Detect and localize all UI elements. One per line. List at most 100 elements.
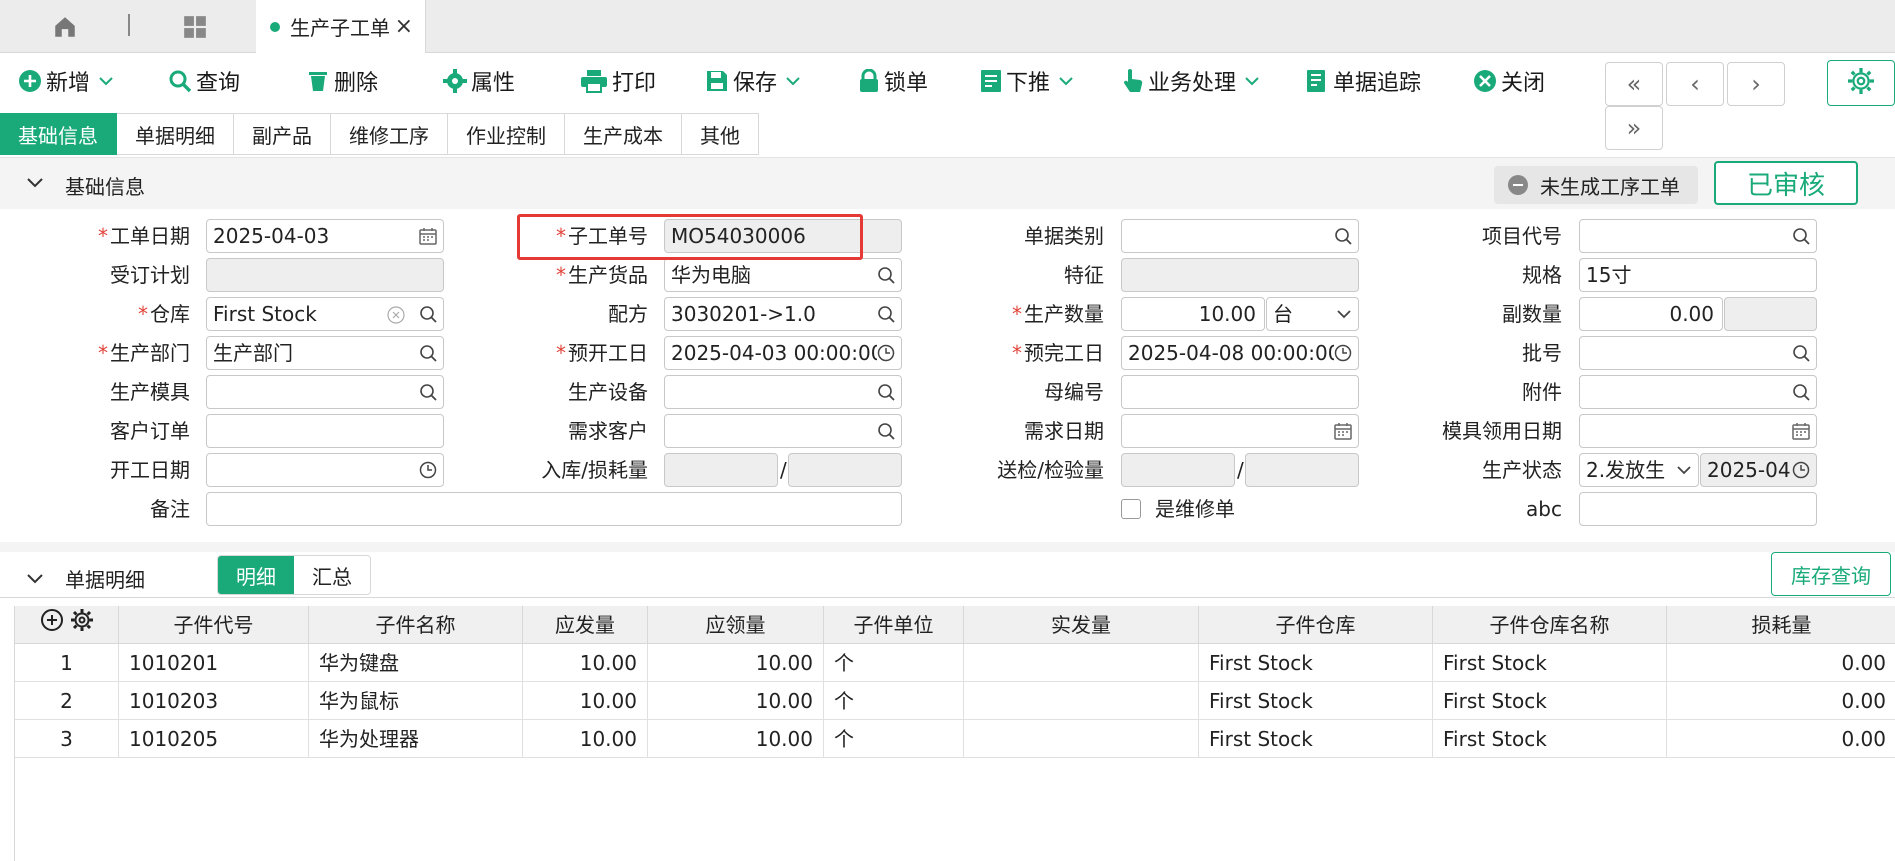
plan-end-field[interactable]: 2025-04-08 00:00:00 xyxy=(1121,336,1359,370)
tab-production-cost[interactable]: 生产成本 xyxy=(565,113,682,155)
formula-field[interactable]: 3030201->1.0 xyxy=(664,297,902,331)
cell-name[interactable]: 华为键盘 xyxy=(309,644,523,682)
document-trace-button[interactable]: 单据追踪 xyxy=(1305,63,1421,99)
cell-actual-qty[interactable] xyxy=(964,720,1199,758)
push-down-button[interactable]: 下推 xyxy=(980,63,1074,99)
col-header-actual-qty[interactable]: 实发量 xyxy=(964,606,1199,644)
cell-warehouse[interactable]: First Stock xyxy=(1199,682,1433,720)
cell-issue-qty[interactable]: 10.00 xyxy=(523,720,648,758)
search-icon[interactable] xyxy=(1792,383,1810,401)
cell-code[interactable]: 1010203 xyxy=(119,682,309,720)
table-row[interactable]: 1 1010201 华为键盘 10.00 10.00 个 First Stock… xyxy=(15,644,1895,682)
cell-receive-qty[interactable]: 10.00 xyxy=(648,682,824,720)
search-icon[interactable] xyxy=(877,305,895,323)
product-field[interactable]: 华为电脑 xyxy=(664,258,902,292)
detail-view-button[interactable]: 明细 xyxy=(218,556,294,594)
batch-field[interactable] xyxy=(1579,336,1817,370)
clock-icon[interactable] xyxy=(1334,344,1352,362)
search-icon[interactable] xyxy=(877,422,895,440)
search-icon[interactable] xyxy=(1792,227,1810,245)
col-header-code[interactable]: 子件代号 xyxy=(119,606,309,644)
order-date-field[interactable]: 2025-04-03 xyxy=(206,219,444,253)
chevron-down-icon[interactable] xyxy=(1058,76,1074,86)
cell-code[interactable]: 1010201 xyxy=(119,644,309,682)
cell-receive-qty[interactable]: 10.00 xyxy=(648,720,824,758)
tab-basic-info[interactable]: 基础信息 xyxy=(0,113,117,155)
warehouse-field[interactable]: First Stock xyxy=(206,297,444,331)
doc-type-field[interactable] xyxy=(1121,219,1359,253)
col-header-receive-qty[interactable]: 应领量 xyxy=(648,606,824,644)
customer-order-field[interactable] xyxy=(206,414,444,448)
first-record-button[interactable]: « xyxy=(1605,62,1663,106)
grid-apps-icon[interactable] xyxy=(170,0,220,53)
previous-record-button[interactable]: ‹ xyxy=(1666,62,1724,106)
close-tab-icon[interactable]: × xyxy=(395,14,413,39)
cell-issue-qty[interactable]: 10.00 xyxy=(523,682,648,720)
cell-actual-qty[interactable] xyxy=(964,644,1199,682)
calendar-icon[interactable] xyxy=(1792,422,1810,440)
cell-warehouse-name[interactable]: First Stock xyxy=(1433,720,1667,758)
lock-button[interactable]: 锁单 xyxy=(858,63,928,99)
query-button[interactable]: 查询 xyxy=(168,63,240,99)
spec-field[interactable]: 15寸 xyxy=(1579,258,1817,292)
unit-select[interactable]: 台 xyxy=(1266,297,1359,331)
collapse-chevron-icon[interactable] xyxy=(26,174,44,193)
cell-loss[interactable]: 0.00 xyxy=(1667,682,1895,720)
chevron-down-icon[interactable] xyxy=(785,76,801,86)
clock-icon[interactable] xyxy=(419,461,437,479)
table-row[interactable]: 2 1010203 华为鼠标 10.00 10.00 个 First Stock… xyxy=(15,682,1895,720)
home-icon[interactable] xyxy=(40,0,90,53)
search-icon[interactable] xyxy=(419,305,437,323)
cell-receive-qty[interactable]: 10.00 xyxy=(648,644,824,682)
clock-icon[interactable] xyxy=(1792,461,1810,479)
abc-field[interactable] xyxy=(1579,492,1817,526)
cell-warehouse-name[interactable]: First Stock xyxy=(1433,682,1667,720)
equipment-field[interactable] xyxy=(664,375,902,409)
attachment-field[interactable] xyxy=(1579,375,1817,409)
last-record-button[interactable]: » xyxy=(1605,106,1663,150)
cell-warehouse-name[interactable]: First Stock xyxy=(1433,644,1667,682)
add-row-icon[interactable] xyxy=(40,606,64,644)
col-header-warehouse-name[interactable]: 子件仓库名称 xyxy=(1433,606,1667,644)
stock-query-button[interactable]: 库存查询 xyxy=(1771,552,1891,596)
plan-start-field[interactable]: 2025-04-03 00:00:00 xyxy=(664,336,902,370)
search-icon[interactable] xyxy=(419,383,437,401)
search-icon[interactable] xyxy=(1792,344,1810,362)
cell-unit[interactable]: 个 xyxy=(824,644,964,682)
business-process-button[interactable]: 业务处理 xyxy=(1122,63,1260,99)
calendar-icon[interactable] xyxy=(1334,422,1352,440)
cell-warehouse[interactable]: First Stock xyxy=(1199,720,1433,758)
new-button[interactable]: 新增 xyxy=(18,63,114,99)
summary-view-button[interactable]: 汇总 xyxy=(294,556,370,594)
settings-button[interactable] xyxy=(1827,60,1895,106)
calendar-icon[interactable] xyxy=(419,227,437,245)
close-button[interactable]: 关闭 xyxy=(1473,63,1545,99)
mold-field[interactable] xyxy=(206,375,444,409)
repair-checkbox[interactable] xyxy=(1121,499,1141,519)
cell-actual-qty[interactable] xyxy=(964,682,1199,720)
cell-unit[interactable]: 个 xyxy=(824,682,964,720)
qty-field[interactable]: 10.00 xyxy=(1121,297,1265,331)
cell-loss[interactable]: 0.00 xyxy=(1667,720,1895,758)
save-button[interactable]: 保存 xyxy=(705,63,801,99)
table-row[interactable]: 3 1010205 华为处理器 10.00 10.00 个 First Stoc… xyxy=(15,720,1895,758)
tab-repair-process[interactable]: 维修工序 xyxy=(331,113,448,155)
cell-name[interactable]: 华为鼠标 xyxy=(309,682,523,720)
chevron-down-icon[interactable] xyxy=(98,76,114,86)
start-date-field[interactable] xyxy=(206,453,444,487)
col-header-warehouse[interactable]: 子件仓库 xyxy=(1199,606,1433,644)
tab-by-products[interactable]: 副产品 xyxy=(234,113,331,155)
cell-warehouse[interactable]: First Stock xyxy=(1199,644,1433,682)
mold-date-field[interactable] xyxy=(1579,414,1817,448)
cell-code[interactable]: 1010205 xyxy=(119,720,309,758)
dept-field[interactable]: 生产部门 xyxy=(206,336,444,370)
print-button[interactable]: 打印 xyxy=(580,63,656,99)
demand-date-field[interactable] xyxy=(1121,414,1359,448)
clear-icon[interactable] xyxy=(387,306,405,324)
search-icon[interactable] xyxy=(1334,227,1352,245)
cell-name[interactable]: 华为处理器 xyxy=(309,720,523,758)
tab-other[interactable]: 其他 xyxy=(682,113,759,155)
sub-qty-field[interactable]: 0.00 xyxy=(1579,297,1723,331)
search-icon[interactable] xyxy=(419,344,437,362)
properties-button[interactable]: 属性 xyxy=(443,63,515,99)
